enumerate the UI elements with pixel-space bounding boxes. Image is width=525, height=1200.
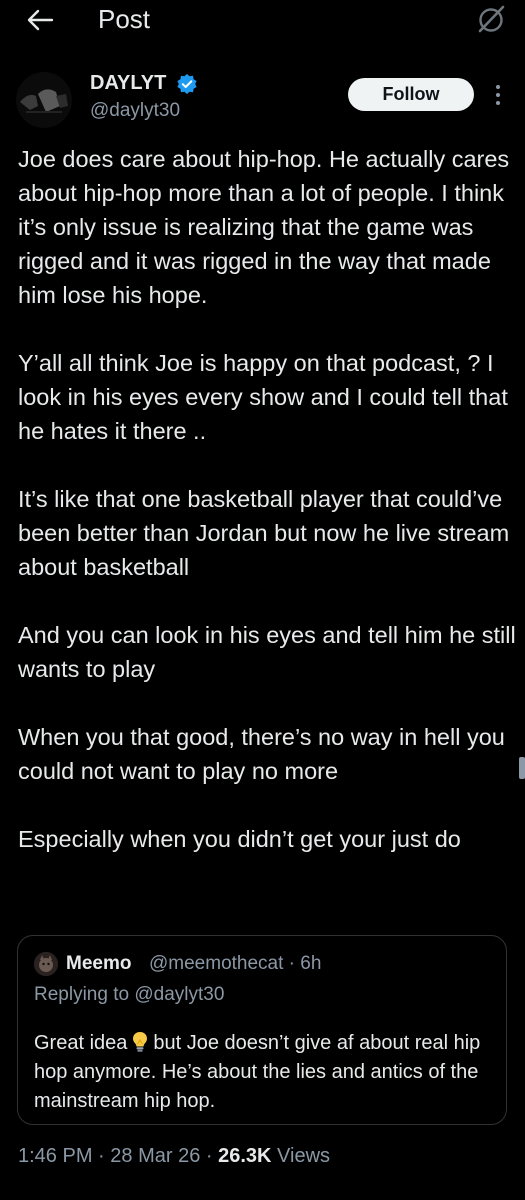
meta-separator: · (200, 1145, 219, 1167)
post-paragraph: And you can look in his eyes and tell hi… (18, 622, 516, 682)
quote-author-name[interactable]: Meemo (66, 953, 131, 975)
quoted-reply-card[interactable]: Meemo @meemothecat · 6h Replying to @day… (17, 935, 507, 1125)
views-count[interactable]: 26.3K (218, 1145, 271, 1167)
post-paragraph: It’s like that one basketball player tha… (18, 486, 510, 580)
grok-icon[interactable] (476, 4, 506, 34)
quote-avatar[interactable] (34, 952, 58, 976)
quote-author-handle[interactable]: @meemothecat (149, 953, 283, 974)
post-paragraph: Joe does care about hip-hop. He actually… (18, 146, 510, 308)
verified-badge-icon (177, 74, 197, 94)
post-date[interactable]: 28 Mar 26 (110, 1145, 200, 1167)
post-paragraph: Y’all all think Joe is happy on that pod… (18, 350, 508, 444)
post-paragraph: When you that good, there’s no way in he… (18, 724, 505, 784)
meta-separator: · (92, 1145, 111, 1167)
post-time[interactable]: 1:46 PM (18, 1145, 92, 1167)
author-avatar[interactable] (16, 72, 72, 128)
author-handle[interactable]: @daylyt30 (90, 100, 180, 122)
back-arrow-icon[interactable] (26, 8, 54, 32)
follow-button[interactable]: Follow (348, 78, 474, 111)
quote-text-start: Great idea (34, 1032, 128, 1054)
post-paragraph: Especially when you didn’t get your just… (18, 826, 461, 852)
replying-to: Replying to @daylyt30 (34, 984, 225, 1005)
author-name[interactable]: DAYLYT (90, 72, 166, 95)
views-label: Views (271, 1145, 331, 1167)
more-options-icon[interactable] (488, 82, 508, 108)
light-bulb-icon (133, 1032, 148, 1052)
scrollbar-thumb[interactable] (519, 757, 525, 779)
post-text: Joe does care about hip-hop. He actually… (18, 142, 518, 890)
quote-time: · 6h (283, 953, 322, 974)
quote-text: Great idea but Joe doesn’t give af about… (34, 1029, 499, 1116)
avatar-image (16, 72, 72, 128)
page-title: Post (98, 4, 151, 34)
top-bar: Post (0, 0, 525, 40)
quote-avatar-image (34, 952, 58, 976)
quote-handle-time: @meemothecat · 6h (149, 953, 321, 975)
post-meta: 1:46 PM · 28 Mar 26 · 26.3K Views (18, 1145, 330, 1168)
